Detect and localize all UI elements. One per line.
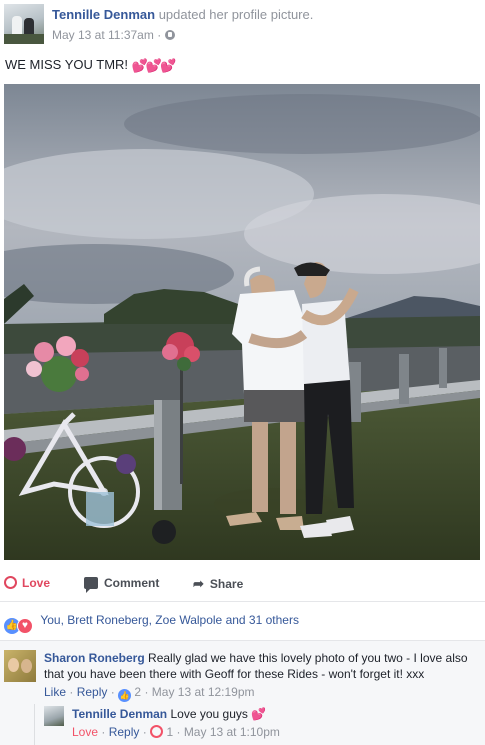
reply-thread-line [34, 704, 35, 745]
reply-love-count-icon [150, 725, 164, 738]
love-button-label: Love [22, 576, 51, 590]
comment-button[interactable]: Comment [84, 576, 160, 593]
share-button-label: Share [209, 577, 244, 591]
meta-separator: · [157, 28, 162, 42]
author-avatar[interactable] [4, 4, 44, 44]
post-status: WE MISS YOU TMR! 💕💕💕 [5, 57, 177, 74]
reply-author-link[interactable]: Tennille Denman [72, 707, 167, 721]
post-title-line: Tennille Denman updated her profile pict… [52, 7, 313, 22]
reply-text: Love you guys [170, 707, 248, 721]
comment-icon [84, 577, 98, 593]
post-timestamp[interactable]: May 13 at 11:37am [52, 28, 154, 42]
comments-divider [0, 640, 485, 641]
post-actions-bar: Love Comment ➦ Share [0, 572, 485, 598]
comment-like-count-icon: 👍 [118, 689, 132, 702]
reactions-summary[interactable]: 👍 ♥ You, Brett Roneberg, Zoe Walpole and … [4, 613, 299, 634]
comment-reply-link[interactable]: Reply [77, 685, 108, 699]
comment-like-link[interactable]: Like [44, 685, 66, 699]
share-arrow-icon: ➦ [193, 576, 204, 591]
divider [0, 601, 485, 602]
profile-photo[interactable] [4, 84, 480, 560]
author-name-link[interactable]: Tennille Denman [52, 7, 155, 22]
reply-avatar[interactable] [44, 706, 64, 726]
reply-meta: Love · Reply · 1 · May 13 at 1:10pm [72, 725, 280, 739]
globe-icon[interactable] [164, 30, 175, 40]
love-reaction-icon [4, 576, 17, 589]
reactions-summary-text[interactable]: You, Brett Roneberg, Zoe Walpole and 31 … [40, 613, 299, 627]
comment-reaction-count[interactable]: 2 [134, 685, 141, 699]
reply-reply-link[interactable]: Reply [109, 725, 140, 739]
post-header: Tennille Denman updated her profile pict… [0, 0, 485, 50]
post-meta-line: May 13 at 11:37am · [52, 28, 175, 42]
comment-author-link[interactable]: Sharon Roneberg [44, 651, 145, 665]
post-action-text: updated her profile picture. [158, 7, 314, 22]
share-button[interactable]: ➦ Share [193, 576, 243, 592]
photo-image [4, 84, 480, 560]
post-status-text: WE MISS YOU TMR! [5, 57, 129, 72]
comment-meta: Like · Reply · 👍 2 · May 13 at 12:19pm [44, 685, 255, 702]
reply-body: Tennille Denman Love you guys 💕 [72, 706, 472, 722]
reply-love-link[interactable]: Love [72, 725, 98, 739]
reply-timestamp[interactable]: May 13 at 1:10pm [184, 725, 280, 739]
love-button[interactable]: Love [4, 576, 50, 590]
comment-body: Sharon Roneberg Really glad we have this… [44, 650, 474, 682]
comment-timestamp[interactable]: May 13 at 12:19pm [152, 685, 255, 699]
reply-reaction-count[interactable]: 1 [166, 725, 173, 739]
status-hearts-emoji: 💕💕💕 [131, 58, 177, 73]
love-icon: ♥ [17, 618, 33, 634]
reply-hearts-emoji: 💕 [251, 707, 267, 721]
comment-avatar[interactable] [4, 650, 36, 682]
comment-button-label: Comment [104, 576, 160, 590]
